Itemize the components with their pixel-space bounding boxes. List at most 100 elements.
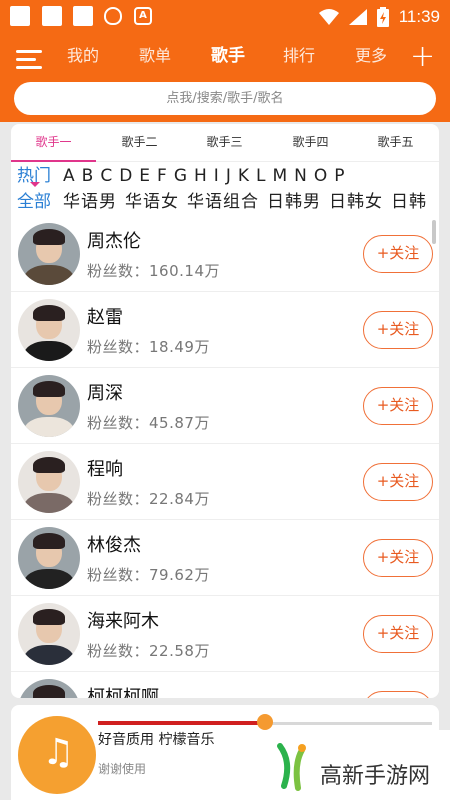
tab-singer-1[interactable]: 歌手一 <box>11 124 96 162</box>
follow-button[interactable]: +关注 <box>363 691 433 698</box>
app-square-icon <box>42 6 62 26</box>
singer-name: 柯柯柯啊 <box>87 687 159 698</box>
watermark-logo-icon <box>277 743 306 791</box>
tab-singer-4[interactable]: 歌手四 <box>268 124 353 162</box>
letter-option[interactable]: H <box>194 166 208 186</box>
singer-name: 赵雷 <box>87 307 123 328</box>
a-letter-icon: A <box>134 7 152 25</box>
fan-count: 粉丝数：22.84万 <box>87 490 210 508</box>
letter-option[interactable]: F <box>157 166 168 186</box>
singer-tabs: 歌手一 歌手二 歌手三 歌手四 歌手五 <box>11 124 439 162</box>
fan-count: 粉丝数：79.62万 <box>87 566 210 584</box>
follow-button[interactable]: +关注 <box>363 539 433 577</box>
letter-option[interactable]: I <box>214 166 220 186</box>
nav-mine[interactable]: 我的 <box>67 42 99 70</box>
top-nav: 我的 歌单 歌手 排行 更多 <box>60 42 400 74</box>
fan-count: 粉丝数：22.58万 <box>87 642 210 660</box>
letter-option[interactable]: P <box>334 166 345 186</box>
letter-option[interactable]: K <box>238 166 250 186</box>
letter-option[interactable]: B <box>82 166 95 186</box>
letter-option[interactable]: C <box>100 166 113 186</box>
category-option[interactable]: 日韩男 <box>267 192 321 212</box>
avatar[interactable] <box>18 375 80 437</box>
app-square-icon <box>10 6 30 26</box>
shield-icon <box>104 7 122 25</box>
category-filter: 全部 华语男 华语女 华语组合 日韩男 日韩女 日韩 <box>11 190 439 216</box>
list-item[interactable]: 柯柯柯啊 +关注 <box>11 672 439 698</box>
avatar[interactable] <box>18 603 80 665</box>
letter-option[interactable]: L <box>256 166 266 186</box>
song-subtitle: 谢谢使用 <box>98 762 147 776</box>
list-item[interactable]: 周杰伦粉丝数：160.14万 +关注 <box>11 216 439 292</box>
category-option[interactable]: 华语女 <box>125 192 179 212</box>
search-bar[interactable]: 点我/搜索/歌手/歌名 <box>14 82 436 115</box>
avatar[interactable] <box>18 223 80 285</box>
singer-name: 周杰伦 <box>87 231 141 252</box>
letter-option[interactable]: D <box>119 166 133 186</box>
letter-options: ABCDEFGHIJKLMNOP <box>63 164 352 188</box>
signal-icon <box>348 9 367 25</box>
scrollbar[interactable] <box>432 220 436 244</box>
follow-button[interactable]: +关注 <box>363 463 433 501</box>
follow-button[interactable]: +关注 <box>363 235 433 273</box>
watermark-text: 高新手游网 <box>320 764 431 789</box>
category-option[interactable]: 华语组合 <box>187 192 259 212</box>
singer-name: 林俊杰 <box>87 535 141 556</box>
list-item[interactable]: 海来阿木粉丝数：22.58万 +关注 <box>11 596 439 672</box>
letter-option[interactable]: G <box>174 166 188 186</box>
list-item[interactable]: 赵雷粉丝数：18.49万 +关注 <box>11 292 439 368</box>
category-option[interactable]: 华语男 <box>63 192 117 212</box>
category-options: 华语男 华语女 华语组合 日韩男 日韩女 日韩 <box>63 190 435 214</box>
tab-singer-5[interactable]: 歌手五 <box>353 124 438 162</box>
letter-option[interactable]: J <box>226 166 232 186</box>
tab-singer-2[interactable]: 歌手二 <box>97 124 182 162</box>
follow-button[interactable]: +关注 <box>363 615 433 653</box>
avatar[interactable] <box>18 451 80 513</box>
category-option[interactable]: 日韩女 <box>329 192 383 212</box>
song-title: 好音质用 柠檬音乐 <box>98 732 215 748</box>
category-option[interactable]: 日韩 <box>391 192 427 212</box>
list-item[interactable]: 周深粉丝数：45.87万 +关注 <box>11 368 439 444</box>
letter-option[interactable]: E <box>139 166 151 186</box>
menu-icon[interactable] <box>16 48 44 70</box>
singer-panel: 歌手一 歌手二 歌手三 歌手四 歌手五 热门 ABCDEFGHIJKLMNOP … <box>11 124 439 698</box>
letter-option[interactable]: A <box>63 166 76 186</box>
nav-charts[interactable]: 排行 <box>283 42 315 70</box>
app-square-icon <box>73 6 93 26</box>
site-watermark: 高新手游网 <box>258 730 450 800</box>
letter-option[interactable]: O <box>314 166 328 186</box>
list-item[interactable]: 程响粉丝数：22.84万 +关注 <box>11 444 439 520</box>
singer-name: 周深 <box>87 383 123 404</box>
battery-icon <box>376 7 389 27</box>
letter-filter: 热门 ABCDEFGHIJKLMNOP <box>11 164 439 190</box>
status-time: 11:39 <box>398 7 440 26</box>
fan-count: 粉丝数：18.49万 <box>87 338 210 356</box>
progress-knob[interactable] <box>257 714 273 730</box>
nav-playlists[interactable]: 歌单 <box>139 42 171 70</box>
follow-button[interactable]: +关注 <box>363 387 433 425</box>
tab-underline <box>11 160 96 162</box>
wifi-icon <box>318 9 339 25</box>
avatar[interactable] <box>18 299 80 361</box>
avatar[interactable] <box>18 679 80 698</box>
fan-count: 粉丝数：45.87万 <box>87 414 210 432</box>
list-item[interactable]: 林俊杰粉丝数：79.62万 +关注 <box>11 520 439 596</box>
tab-singer-3[interactable]: 歌手三 <box>182 124 267 162</box>
singer-name: 程响 <box>87 459 123 480</box>
letter-option[interactable]: N <box>294 166 308 186</box>
singer-name: 海来阿木 <box>87 611 159 632</box>
avatar[interactable] <box>18 527 80 589</box>
letter-option[interactable]: M <box>272 166 288 186</box>
selected-marker <box>30 182 40 187</box>
add-icon[interactable]: + <box>410 42 435 72</box>
status-bar: A 11:39 <box>0 0 450 34</box>
fan-count: 粉丝数：160.14万 <box>87 262 220 280</box>
nav-singers[interactable]: 歌手 <box>211 42 245 70</box>
music-note-icon: ♫ <box>42 732 75 773</box>
nav-more[interactable]: 更多 <box>355 42 387 70</box>
progress-fill <box>98 721 265 725</box>
follow-button[interactable]: +关注 <box>363 311 433 349</box>
album-disc[interactable]: ♫ <box>18 716 96 794</box>
app-header: 我的 歌单 歌手 排行 更多 + 点我/搜索/歌手/歌名 <box>0 34 450 122</box>
filter-all[interactable]: 全部 <box>17 190 51 214</box>
